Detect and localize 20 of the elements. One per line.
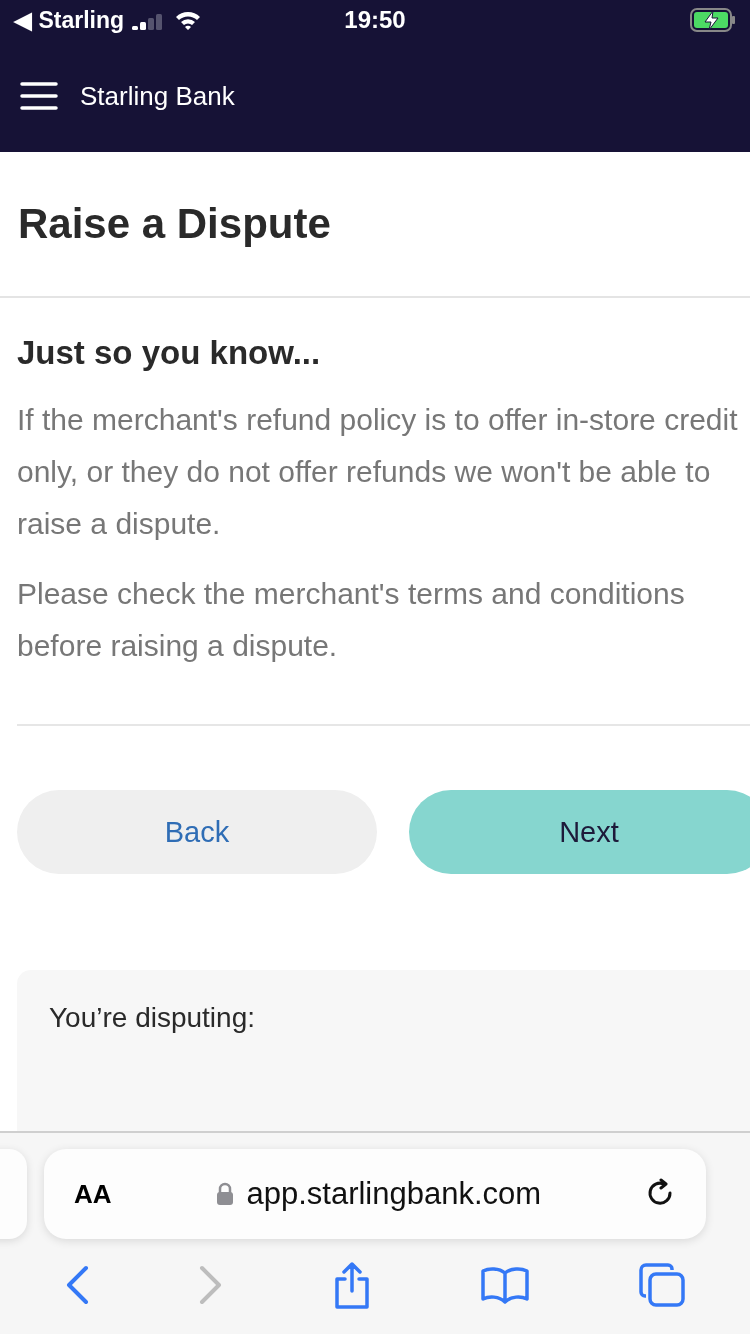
url-text: app.starlingbank.com xyxy=(246,1176,542,1212)
notice-paragraph: If the merchant's refund policy is to offer in-store credit only, or they do not offer refunds we won't be able to raise a dispute. xyxy=(17,402,739,542)
next-button[interactable]: Next xyxy=(409,790,750,874)
page-title: Raise a Dispute xyxy=(18,200,331,248)
back-to-app-label[interactable]: ◀ Starling xyxy=(14,6,124,34)
summary-heading: You’re disputing: xyxy=(49,1002,255,1033)
back-button[interactable]: Back xyxy=(17,790,377,874)
menu-button[interactable] xyxy=(20,81,58,111)
lock-icon xyxy=(216,1182,235,1206)
notice-paragraph: Please check the merchant's terms and conditions before raising a dispute. xyxy=(17,576,686,664)
bookmarks-button[interactable] xyxy=(480,1265,530,1305)
app-title: Starling Bank xyxy=(80,80,235,112)
share-button[interactable] xyxy=(332,1261,372,1309)
notice-heading: Just so you know... xyxy=(17,334,322,372)
text-size-button[interactable]: AA xyxy=(74,1178,112,1210)
back-nav-button[interactable] xyxy=(64,1265,90,1305)
wifi-icon xyxy=(174,10,202,30)
address-bar[interactable]: AA app.starlingbank.com xyxy=(44,1149,706,1239)
status-time: 19:50 xyxy=(344,6,406,34)
tabs-button[interactable] xyxy=(638,1262,686,1308)
